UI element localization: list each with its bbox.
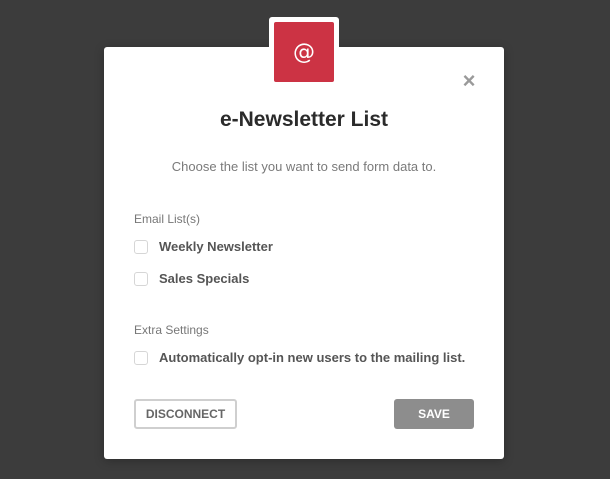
- email-lists-label: Email List(s): [134, 212, 201, 226]
- sales-specials-checkbox[interactable]: [134, 271, 148, 286]
- sales-specials-label: Sales Specials: [159, 271, 250, 286]
- weekly-newsletter-checkbox[interactable]: [134, 239, 148, 254]
- checkbox-row-sales-specials[interactable]: Sales Specials: [134, 271, 249, 286]
- close-icon[interactable]: ×: [458, 70, 480, 92]
- checkbox-row-auto-opt-in[interactable]: Automatically opt-in new users to the ma…: [134, 350, 465, 365]
- checkbox-row-weekly-newsletter[interactable]: Weekly Newsletter: [134, 239, 273, 254]
- at-sign-icon: @: [274, 22, 334, 82]
- save-button[interactable]: SAVE: [394, 399, 474, 429]
- dialog-title: e-Newsletter List: [219, 108, 389, 131]
- auto-opt-in-checkbox[interactable]: [134, 350, 148, 365]
- disconnect-button[interactable]: DISCONNECT: [134, 399, 237, 429]
- auto-opt-in-label: Automatically opt-in new users to the ma…: [159, 350, 466, 365]
- weekly-newsletter-label: Weekly Newsletter: [159, 239, 273, 254]
- dialog-subtitle: Choose the list you want to send form da…: [171, 159, 437, 174]
- badge-glyph: @: [293, 39, 315, 65]
- extra-settings-label: Extra Settings: [134, 323, 209, 337]
